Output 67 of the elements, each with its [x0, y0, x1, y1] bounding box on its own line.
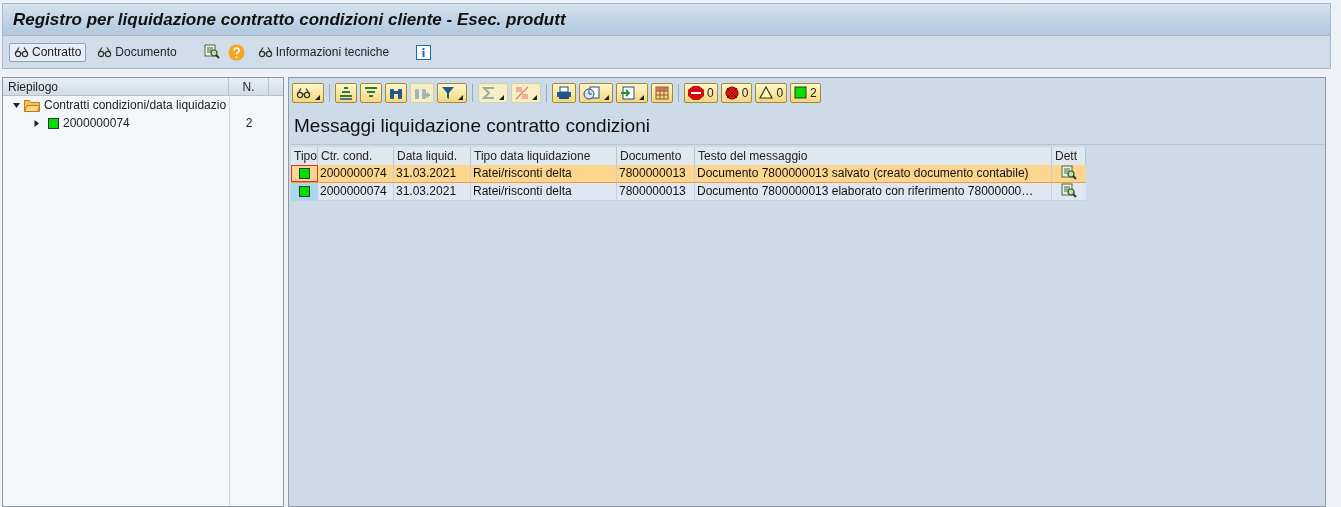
column-header[interactable]: Ctr. cond.	[318, 146, 394, 165]
dropdown-caret-icon	[532, 94, 537, 100]
column-header[interactable]: Tipo data liquidazione	[471, 146, 617, 165]
toolbar-button[interactable]: Documento	[92, 42, 182, 62]
grid-icon	[655, 85, 669, 100]
dropdown-caret-icon	[499, 94, 504, 100]
dropdown-caret-icon	[458, 94, 463, 100]
tree-item-label[interactable]: Contratti condizioni/data liquidazio	[44, 96, 227, 114]
sort-ascending-icon	[339, 85, 353, 100]
toolbar-button[interactable]	[437, 82, 467, 103]
glasses-icon	[97, 46, 114, 58]
subtotal-icon	[515, 85, 529, 100]
column-header[interactable]: Dett	[1052, 146, 1086, 165]
column-header[interactable]: Testo del messaggio	[695, 146, 1052, 165]
table-cell: 7800000013	[617, 182, 695, 200]
tree-item-label[interactable]: 2000000074	[63, 114, 130, 132]
toolbar-button[interactable]: Contratto	[9, 42, 87, 62]
table-cell: Ratei/risconti delta	[471, 182, 617, 200]
message-counter[interactable]: 0	[720, 82, 753, 103]
toolbar-button[interactable]: Informazioni tecniche	[252, 42, 395, 62]
window-title: Registro per liquidazione contratto condizioni cliente - Esec. produtt	[13, 8, 566, 31]
table-cell: 2000000074	[318, 164, 394, 182]
table-cell: Documento 7800000013 elaborato con riferimento 78000000…	[695, 182, 1052, 200]
detail-icon	[1061, 165, 1077, 181]
message-counter[interactable]: 0	[684, 82, 718, 103]
detail-button[interactable]	[203, 44, 220, 60]
message-counter[interactable]: 2	[790, 82, 821, 103]
dropdown-caret-icon	[315, 94, 320, 100]
column-header[interactable]: Tipo	[291, 146, 318, 165]
stop-sign-icon	[688, 85, 704, 100]
sigma-icon	[482, 85, 496, 100]
column-header[interactable]: Documento	[617, 146, 695, 165]
printer-icon	[556, 85, 572, 100]
glasses-icon	[257, 46, 274, 58]
table-cell: 2000000074	[318, 182, 394, 200]
magnifier-icon	[203, 44, 220, 60]
warning-icon	[759, 86, 774, 99]
column-header[interactable]: Riepilogo	[3, 78, 229, 95]
error-icon	[724, 85, 739, 100]
dropdown-caret-icon	[639, 94, 644, 100]
sort-descending-icon	[364, 85, 378, 100]
collapsed-arrow-icon[interactable]	[33, 119, 40, 127]
glasses-icon	[14, 46, 30, 58]
table-cell: 31.03.2021	[394, 164, 471, 182]
toolbar-button[interactable]	[552, 82, 576, 103]
detail-icon	[1061, 183, 1077, 199]
column-header[interactable]: Data liquid.	[394, 146, 471, 165]
table-cell: 31.03.2021	[394, 182, 471, 200]
toolbar-button[interactable]	[292, 82, 324, 103]
column-header[interactable]: N.	[229, 78, 269, 95]
list-title: Messaggi liquidazione contratto condizioni	[294, 115, 650, 136]
toolbar-button[interactable]	[579, 82, 613, 103]
info-icon[interactable]	[416, 44, 432, 60]
filter-icon	[441, 85, 455, 100]
views-icon	[583, 85, 601, 100]
export-icon	[620, 85, 636, 100]
tree-item-count: 2	[245, 115, 253, 132]
message-counter[interactable]: 0	[755, 82, 788, 103]
toolbar-button[interactable]	[385, 82, 407, 103]
table-cell: Ratei/risconti delta	[471, 164, 617, 182]
dropdown-caret-icon	[604, 94, 609, 100]
table-cell: Documento 7800000013 salvato (creato documento contabile)	[695, 164, 1052, 182]
expanded-arrow-icon[interactable]	[13, 101, 20, 109]
folder-icon	[24, 98, 40, 112]
details-icon	[296, 86, 312, 99]
table-cell: 7800000013	[617, 164, 695, 182]
success-icon	[794, 86, 808, 99]
